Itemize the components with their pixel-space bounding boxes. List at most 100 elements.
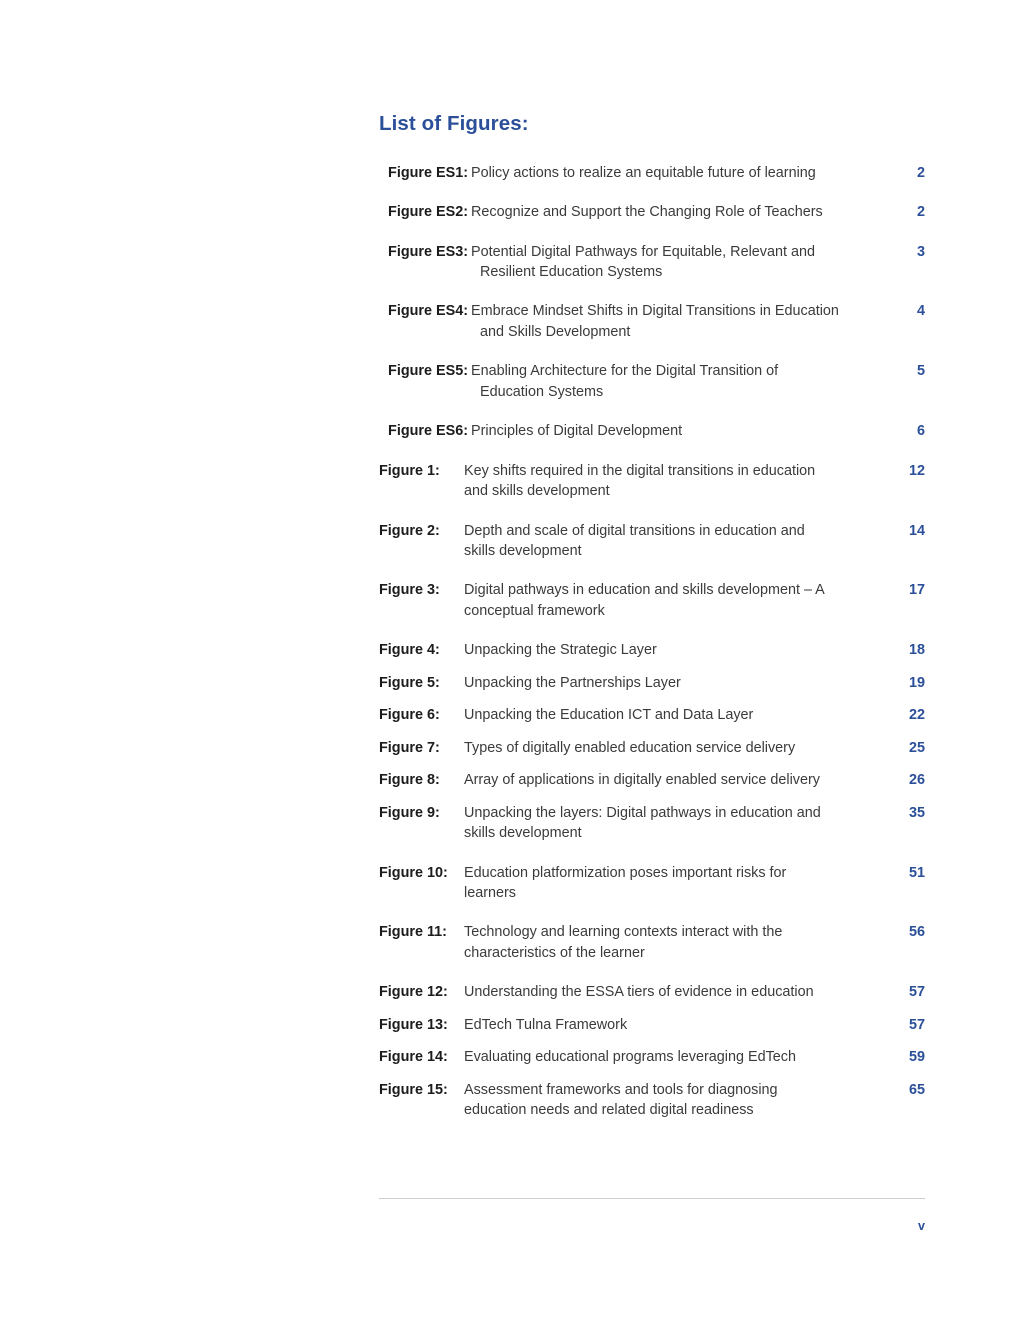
footer-page-number: v bbox=[918, 1219, 925, 1233]
figure-title: Principles of Digital Development bbox=[470, 421, 899, 441]
figure-title-line: Evaluating educational programs leveragi… bbox=[464, 1049, 796, 1066]
figure-page-number[interactable]: 57 bbox=[899, 1015, 925, 1035]
figure-page-number[interactable]: 65 bbox=[899, 1080, 925, 1100]
figure-title: Embrace Mindset Shifts in Digital Transi… bbox=[470, 301, 899, 342]
figure-title-line: Unpacking the Strategic Layer bbox=[464, 642, 657, 659]
figure-page-number[interactable]: 25 bbox=[899, 738, 925, 758]
figure-page-number[interactable]: 3 bbox=[899, 242, 925, 262]
figure-list-item[interactable]: Figure 7: Types of digitally enabled educ… bbox=[379, 738, 925, 758]
figure-page-number[interactable]: 59 bbox=[899, 1047, 925, 1067]
figure-label: Figure 6: bbox=[379, 707, 440, 724]
figure-title: EdTech Tulna Framework bbox=[464, 1015, 899, 1035]
figure-page-number[interactable]: 18 bbox=[899, 640, 925, 660]
figure-label: Figure ES1: bbox=[388, 164, 468, 181]
figure-title-line: Education platformization poses importan… bbox=[464, 864, 787, 881]
figure-page-number[interactable]: 17 bbox=[899, 580, 925, 600]
figure-label: Figure ES3: bbox=[388, 243, 468, 260]
figure-list-item[interactable]: Figure ES3: Potential Digital Pathways fo… bbox=[379, 242, 925, 283]
figure-title-line: Enabling Architecture for the Digital Tr… bbox=[471, 363, 779, 380]
figure-list-item[interactable]: Figure 11: Technology and learning contex… bbox=[379, 922, 925, 963]
figure-title-line: skills development bbox=[464, 543, 582, 560]
figure-title: Depth and scale of digital transitions i… bbox=[464, 521, 899, 562]
figure-label: Figure 8: bbox=[379, 772, 440, 789]
figure-title-line: Potential Digital Pathways for Equitable… bbox=[471, 243, 815, 260]
figure-title-line: Array of applications in digitally enabl… bbox=[464, 772, 820, 789]
figure-label: Figure 14: bbox=[379, 1049, 448, 1066]
figure-list-item[interactable]: Figure 2: Depth and scale of digital tran… bbox=[379, 521, 925, 562]
figure-page-number[interactable]: 2 bbox=[899, 202, 925, 222]
figure-list-item[interactable]: Figure ES1: Policy actions to realize an … bbox=[379, 163, 925, 183]
figure-list-item[interactable]: Figure 13: EdTech Tulna Framework 57 bbox=[379, 1015, 925, 1035]
figure-page-number[interactable]: 56 bbox=[899, 922, 925, 942]
figure-list-item[interactable]: Figure 9: Unpacking the layers: Digital p… bbox=[379, 803, 925, 844]
figure-list-item[interactable]: Figure ES5: Enabling Architecture for the… bbox=[379, 361, 925, 402]
figure-list-item[interactable]: Figure 3: Digital pathways in education a… bbox=[379, 580, 925, 621]
figure-title-line: Policy actions to realize an equitable f… bbox=[471, 164, 816, 181]
figure-label: Figure 12: bbox=[379, 984, 448, 1001]
figure-page-number[interactable]: 22 bbox=[899, 705, 925, 725]
figure-list-item[interactable]: Figure 6: Unpacking the Education ICT and… bbox=[379, 705, 925, 725]
figure-label: Figure 3: bbox=[379, 582, 440, 599]
figure-title-line: Unpacking the Education ICT and Data Lay… bbox=[464, 707, 754, 724]
figure-title-line: and Skills Development bbox=[480, 323, 631, 340]
figure-page-number[interactable]: 6 bbox=[899, 421, 925, 441]
figure-list-item[interactable]: Figure 15: Assessment frameworks and tool… bbox=[379, 1080, 925, 1121]
figure-list: Figure ES1: Policy actions to realize an … bbox=[379, 163, 925, 1121]
figure-page-number[interactable]: 12 bbox=[899, 461, 925, 481]
figure-page-number[interactable]: 5 bbox=[899, 361, 925, 381]
figure-title: Enabling Architecture for the Digital Tr… bbox=[470, 361, 899, 402]
figure-title: Key shifts required in the digital trans… bbox=[464, 461, 899, 502]
figure-page-number[interactable]: 19 bbox=[899, 673, 925, 693]
figure-page-number[interactable]: 26 bbox=[899, 770, 925, 790]
document-page: List of Figures: Figure ES1: Policy actio… bbox=[0, 0, 1020, 1320]
figure-title: Assessment frameworks and tools for diag… bbox=[464, 1080, 899, 1121]
figure-list-item[interactable]: Figure 14: Evaluating educational program… bbox=[379, 1047, 925, 1067]
figure-page-number[interactable]: 51 bbox=[899, 863, 925, 883]
figure-title-line: skills development bbox=[464, 825, 582, 842]
figure-list-item[interactable]: Figure 8: Array of applications in digita… bbox=[379, 770, 925, 790]
figure-title: Policy actions to realize an equitable f… bbox=[470, 163, 899, 183]
figure-title-line: and skills development bbox=[464, 483, 610, 500]
figure-title: Array of applications in digitally enabl… bbox=[464, 770, 899, 790]
figure-list-item[interactable]: Figure 5: Unpacking the Partnerships Laye… bbox=[379, 673, 925, 693]
figure-list-item[interactable]: Figure ES6: Principles of Digital Develop… bbox=[379, 421, 925, 441]
figure-list-item[interactable]: Figure ES4: Embrace Mindset Shifts in Dig… bbox=[379, 301, 925, 342]
figure-label: Figure 13: bbox=[379, 1016, 448, 1033]
figure-title: Unpacking the Education ICT and Data Lay… bbox=[464, 705, 899, 725]
figure-title-line: Types of digitally enabled education ser… bbox=[464, 739, 796, 756]
figure-label: Figure ES2: bbox=[388, 204, 468, 221]
figure-list-item[interactable]: Figure 1: Key shifts required in the digi… bbox=[379, 461, 925, 502]
figure-title-line: EdTech Tulna Framework bbox=[464, 1016, 628, 1033]
figure-title-line: Understanding the ESSA tiers of evidence… bbox=[464, 984, 814, 1001]
figure-list-item[interactable]: Figure 4: Unpacking the Strategic Layer 18 bbox=[379, 640, 925, 660]
figure-label: Figure 1: bbox=[379, 462, 440, 479]
figure-title-line: Education Systems bbox=[480, 383, 604, 400]
figure-title-line: conceptual framework bbox=[464, 602, 605, 619]
figure-page-number[interactable]: 35 bbox=[899, 803, 925, 823]
figure-title-line: Recognize and Support the Changing Role … bbox=[471, 204, 823, 221]
figure-title: Recognize and Support the Changing Role … bbox=[470, 202, 899, 222]
figure-title: Types of digitally enabled education ser… bbox=[464, 738, 899, 758]
figure-list-item[interactable]: Figure ES2: Recognize and Support the Cha… bbox=[379, 202, 925, 222]
figure-title-line: Depth and scale of digital transitions i… bbox=[464, 522, 805, 539]
figure-page-number[interactable]: 4 bbox=[899, 301, 925, 321]
figure-page-number[interactable]: 2 bbox=[899, 163, 925, 183]
figure-list-item[interactable]: Figure 10: Education platformization pose… bbox=[379, 863, 925, 904]
figure-label: Figure 7: bbox=[379, 739, 440, 756]
figure-title-line: Digital pathways in education and skills… bbox=[464, 582, 825, 599]
figure-title: Understanding the ESSA tiers of evidence… bbox=[464, 982, 899, 1002]
figure-label: Figure 15: bbox=[379, 1081, 448, 1098]
figure-label: Figure ES4: bbox=[388, 303, 468, 320]
figure-page-number[interactable]: 14 bbox=[899, 521, 925, 541]
list-of-figures-section: List of Figures: Figure ES1: Policy actio… bbox=[379, 112, 925, 1121]
figure-list-item[interactable]: Figure 12: Understanding the ESSA tiers o… bbox=[379, 982, 925, 1002]
figure-title-line: characteristics of the learner bbox=[464, 944, 645, 961]
figure-title-line: Technology and learning contexts interac… bbox=[464, 924, 783, 941]
figure-label: Figure 10: bbox=[379, 864, 448, 881]
figure-label: Figure 4: bbox=[379, 642, 440, 659]
figure-label: Figure 11: bbox=[379, 924, 447, 941]
figure-page-number[interactable]: 57 bbox=[899, 982, 925, 1002]
figure-title-line: Key shifts required in the digital trans… bbox=[464, 462, 816, 479]
figure-title: Potential Digital Pathways for Equitable… bbox=[470, 242, 899, 283]
figure-label: Figure 5: bbox=[379, 674, 440, 691]
